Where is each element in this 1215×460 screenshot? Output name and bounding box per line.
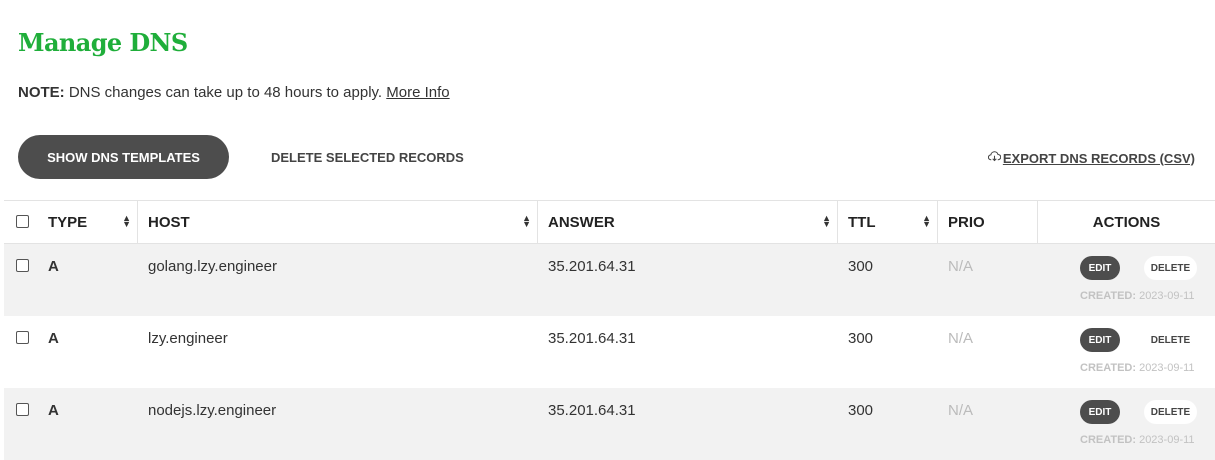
record-prio: N/A <box>948 402 974 419</box>
created-value: 2023-09-11 <box>1136 362 1195 374</box>
record-host: golang.lzy.engineer <box>148 258 277 275</box>
column-host-label: HOST <box>148 213 190 231</box>
column-type-label: TYPE <box>48 213 88 231</box>
column-prio-label: PRIO <box>948 213 985 231</box>
row-checkbox[interactable] <box>16 259 29 272</box>
export-label: EXPORT DNS RECORDS (CSV) <box>1002 150 1195 166</box>
select-all-checkbox[interactable] <box>16 215 29 228</box>
note-label: NOTE: <box>18 84 65 101</box>
column-ttl[interactable]: TTL ▲ ▼ <box>838 201 938 243</box>
column-type[interactable]: TYPE ▲ ▼ <box>38 201 138 243</box>
edit-button[interactable]: EDIT <box>1080 400 1120 424</box>
record-prio: N/A <box>948 258 974 275</box>
table-row: A nodejs.lzy.engineer 35.201.64.31 300 N… <box>4 388 1215 460</box>
record-ttl: 300 <box>848 402 874 419</box>
record-host: lzy.engineer <box>148 330 228 347</box>
sort-icon: ▲ ▼ <box>822 213 831 229</box>
created-value: 2023-09-11 <box>1136 290 1195 302</box>
page-title: Manage DNS <box>18 28 188 57</box>
created-date: CREATED: 2023-09-11 <box>1080 362 1195 374</box>
column-actions-label: ACTIONS <box>1092 213 1161 231</box>
edit-button[interactable]: EDIT <box>1080 328 1120 352</box>
column-prio: PRIO <box>938 201 1038 243</box>
record-answer: 35.201.64.31 <box>548 402 636 419</box>
edit-button[interactable]: EDIT <box>1080 256 1120 280</box>
column-answer[interactable]: ANSWER ▲ ▼ <box>538 201 838 243</box>
column-actions: ACTIONS <box>1038 201 1215 243</box>
dns-note: NOTE: DNS changes can take up to 48 hour… <box>18 84 450 101</box>
record-answer: 35.201.64.31 <box>548 258 636 275</box>
created-date: CREATED: 2023-09-11 <box>1080 434 1195 446</box>
record-ttl: 300 <box>848 330 874 347</box>
row-checkbox[interactable] <box>16 331 29 344</box>
record-ttl: 300 <box>848 258 874 275</box>
note-text: DNS changes can take up to 48 hours to a… <box>64 84 387 101</box>
table-row: A golang.lzy.engineer 35.201.64.31 300 N… <box>4 244 1215 316</box>
delete-button[interactable]: DELETE <box>1144 256 1197 280</box>
record-prio: N/A <box>948 330 974 347</box>
created-label: CREATED: <box>1080 290 1137 302</box>
row-checkbox[interactable] <box>16 403 29 416</box>
export-dns-records-link[interactable]: EXPORT DNS RECORDS (CSV) <box>987 150 1195 166</box>
more-info-link[interactable]: More Info <box>386 84 449 101</box>
delete-button[interactable]: DELETE <box>1144 328 1197 352</box>
column-ttl-label: TTL <box>848 213 876 231</box>
record-type: A <box>48 402 59 419</box>
record-host: nodejs.lzy.engineer <box>148 402 277 419</box>
record-answer: 35.201.64.31 <box>548 330 636 347</box>
show-dns-templates-button[interactable]: SHOW DNS TEMPLATES <box>18 135 229 179</box>
created-value: 2023-09-11 <box>1136 434 1195 446</box>
created-label: CREATED: <box>1080 434 1137 446</box>
sort-icon: ▲ ▼ <box>122 213 131 229</box>
column-answer-label: ANSWER <box>548 213 615 231</box>
table-header: TYPE ▲ ▼ HOST ▲ ▼ ANSWER ▲ ▼ TTL ▲ ▼ PRIO AC… <box>4 200 1215 244</box>
sort-icon: ▲ ▼ <box>922 213 931 229</box>
column-host[interactable]: HOST ▲ ▼ <box>138 201 538 243</box>
cloud-download-icon <box>987 150 1002 166</box>
delete-selected-records-button[interactable]: DELETE SELECTED RECORDS <box>255 135 480 179</box>
table-row: A lzy.engineer 35.201.64.31 300 N/A EDIT… <box>4 316 1215 388</box>
created-date: CREATED: 2023-09-11 <box>1080 290 1195 302</box>
delete-button[interactable]: DELETE <box>1144 400 1197 424</box>
record-type: A <box>48 258 59 275</box>
sort-icon: ▲ ▼ <box>522 213 531 229</box>
created-label: CREATED: <box>1080 362 1137 374</box>
record-type: A <box>48 330 59 347</box>
dns-records-table: TYPE ▲ ▼ HOST ▲ ▼ ANSWER ▲ ▼ TTL ▲ ▼ PRIO AC… <box>4 200 1215 460</box>
